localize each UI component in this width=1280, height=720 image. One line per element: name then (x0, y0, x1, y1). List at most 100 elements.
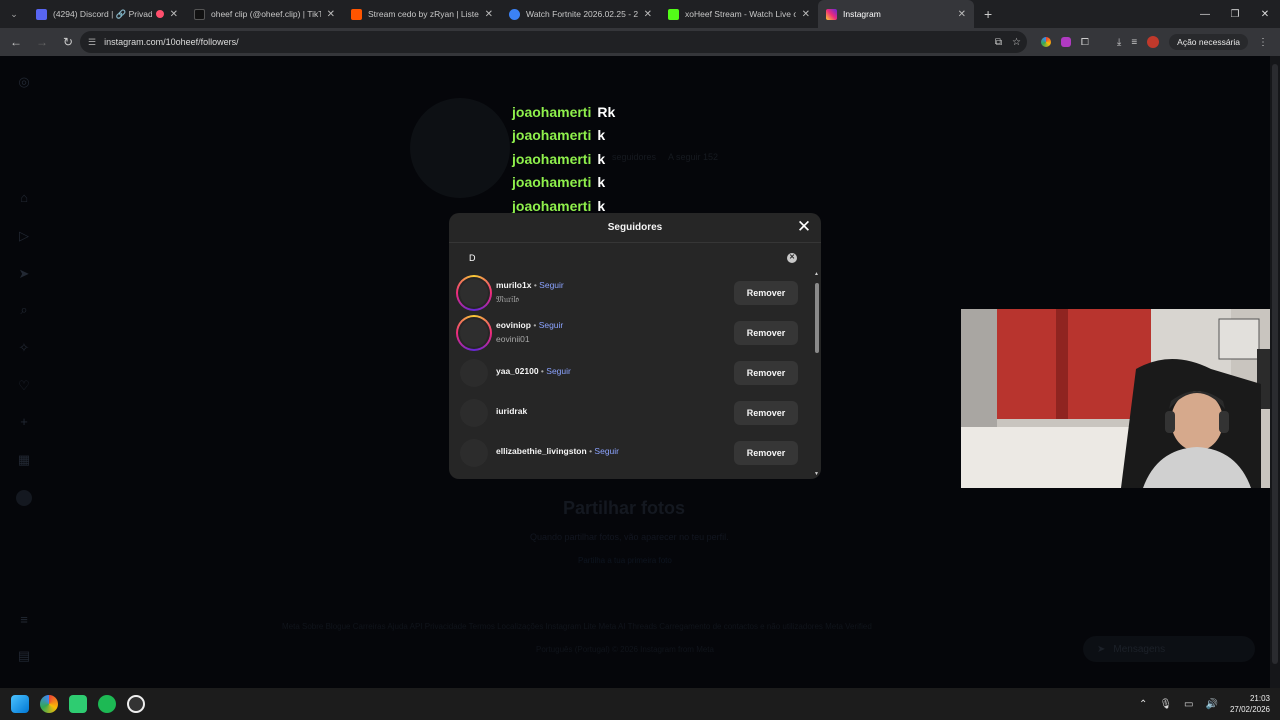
tab-instagram[interactable]: Instagram ✕ (818, 0, 974, 28)
back-icon[interactable]: ← (4, 30, 28, 54)
remove-button[interactable]: Remover (734, 401, 798, 425)
username[interactable]: iuridrak (496, 406, 527, 416)
avatar[interactable] (460, 399, 488, 427)
messages-icon: ➤ (1097, 643, 1106, 655)
footer-links[interactable]: Meta Sobre Blogue Carreiras Ajuda API Pr… (282, 622, 872, 631)
tab-close-icon[interactable]: ✕ (327, 9, 335, 20)
chrome-extension-icon[interactable] (1040, 37, 1051, 47)
instagram-page: ◎ ⌂ ▷ ➤ ⌕ ✧ ♡ + ▦ ≡ ▤ seguidores A segui… (0, 56, 1270, 688)
profile-avatar-icon[interactable] (16, 490, 32, 506)
dashboard-icon[interactable]: ▦ (16, 452, 32, 468)
download-icon[interactable]: ⤓ (1117, 37, 1121, 48)
tab-close-icon[interactable]: ✕ (644, 9, 652, 20)
scroll-thumb[interactable] (815, 283, 819, 353)
messages-label: Mensagens (1113, 643, 1166, 655)
chat-username: joaohamerti (512, 174, 592, 191)
tab-close-icon[interactable]: ✕ (958, 9, 966, 20)
network-icon[interactable]: ▭ (1184, 699, 1193, 710)
reload-icon[interactable]: ↻ (56, 30, 80, 54)
volume-icon[interactable]: 🔊 (1206, 699, 1218, 710)
tab-tiktok[interactable]: oheef clip (@oheef.clip) | TikTok ✕ (186, 0, 343, 28)
bookmark-star-icon[interactable]: ☆ (1012, 37, 1021, 48)
chat-username: joaohamerti (512, 150, 592, 167)
follow-link[interactable]: Seguir (539, 280, 564, 290)
full-name: 𝔐𝔲𝔯𝔦𝔩𝔬 (496, 294, 519, 304)
username[interactable]: eoviniop (496, 320, 531, 330)
create-icon[interactable]: + (16, 414, 32, 430)
messages-button[interactable]: ➤ Mensagens (1083, 636, 1255, 662)
close-icon[interactable]: ✕ (795, 218, 813, 236)
search-input[interactable] (461, 248, 781, 268)
notifications-icon[interactable]: ♡ (16, 378, 32, 394)
new-tab-icon[interactable]: + (984, 6, 992, 22)
clock[interactable]: 21:03 27/02/2026 (1230, 693, 1270, 715)
remove-button[interactable]: Remover (734, 361, 798, 385)
tab-media-icon[interactable]: ≡ (1131, 37, 1137, 48)
address-bar[interactable]: ☰ instagram.com/10oheef/followers/ ⧉ ☆ (80, 31, 1027, 53)
webcam-overlay (961, 309, 1270, 488)
explore-icon[interactable]: ✧ (16, 340, 32, 356)
instagram-logo-icon[interactable]: ◎ (16, 74, 32, 90)
footer-language[interactable]: Português (Portugal) © 2026 Instagram fr… (536, 645, 714, 654)
chat-text: Rk (597, 103, 616, 120)
follow-link[interactable]: Seguir (594, 446, 619, 456)
system-tray: ⌃ 🎙 ▭ 🔊 21:03 27/02/2026 (1139, 688, 1270, 720)
username[interactable]: yaa_02100 (496, 366, 539, 376)
tab-kick[interactable]: xoHeef Stream - Watch Live on ✕ (660, 0, 818, 28)
avatar[interactable] (460, 359, 488, 387)
page-scrollbar[interactable] (1270, 56, 1280, 688)
follow-link[interactable]: Seguir (546, 366, 571, 376)
meta-apps-icon[interactable]: ▤ (16, 648, 32, 664)
stream-chat-overlay: joaohamerti Rk joaohamerti k joaohamerti… (512, 100, 615, 218)
home-icon[interactable]: ⌂ (16, 190, 32, 206)
tab-discord[interactable]: (4294) Discord | 🔗 Privad ✕ (28, 0, 186, 28)
puzzle-icon[interactable]: ⧠ (1081, 37, 1089, 48)
windows-start-icon[interactable] (11, 695, 29, 713)
scroll-up-icon[interactable]: ▲ (814, 271, 819, 277)
menu-icon[interactable]: ≡ (16, 612, 32, 628)
spotify-icon[interactable] (98, 695, 116, 713)
username[interactable]: murilo1x (496, 280, 531, 290)
share-first-photo-link[interactable]: Partilha a tua primeira foto (578, 556, 672, 565)
tab-close-icon[interactable]: ✕ (485, 9, 493, 20)
chrome-icon[interactable] (40, 695, 58, 713)
messages-icon[interactable]: ➤ (16, 266, 32, 282)
chat-username: joaohamerti (512, 103, 592, 120)
more-menu-icon[interactable]: ⋮ (1258, 37, 1268, 48)
follow-link[interactable]: Seguir (539, 320, 564, 330)
tab-search-menu-icon[interactable]: ⌄ (0, 0, 28, 28)
remove-button[interactable]: Remover (734, 321, 798, 345)
media-player-icon[interactable] (127, 695, 145, 713)
avatar[interactable] (456, 315, 492, 351)
chat-message: joaohamerti k (512, 147, 615, 171)
site-info-icon[interactable]: ☰ (88, 37, 96, 48)
avatar[interactable] (460, 439, 488, 467)
extension-icon[interactable] (1060, 37, 1071, 47)
page-scroll-thumb[interactable] (1272, 64, 1278, 664)
restore-icon[interactable]: ❐ (1220, 0, 1250, 28)
clear-search-icon[interactable]: ✕ (787, 253, 797, 263)
search-icon[interactable]: ⌕ (16, 302, 32, 318)
tab-close-icon[interactable]: ✕ (170, 9, 178, 20)
remove-button[interactable]: Remover (734, 281, 798, 305)
tab-title: Instagram (843, 9, 881, 19)
microphone-icon[interactable]: 🎙 (1159, 699, 1172, 710)
scroll-down-icon[interactable]: ▼ (814, 471, 819, 477)
tab-close-icon[interactable]: ✕ (802, 9, 810, 20)
reels-icon[interactable]: ▷ (16, 228, 32, 244)
tab-soundcloud[interactable]: Stream cedo by zRyan | Listen o ✕ (343, 0, 501, 28)
list-item: ellizabethie_livingston • Seguir Remover (449, 433, 813, 473)
forward-icon[interactable]: → (30, 30, 54, 54)
tray-expand-icon[interactable]: ⌃ (1139, 699, 1147, 710)
app-icon[interactable] (69, 695, 87, 713)
close-window-icon[interactable]: ✕ (1250, 0, 1280, 28)
remove-button[interactable]: Remover (734, 441, 798, 465)
tab-fortnite[interactable]: Watch Fortnite 2026.02.25 - 22 ✕ (501, 0, 660, 28)
minimize-icon[interactable]: — (1190, 0, 1220, 28)
action-required-button[interactable]: Ação necessária (1169, 34, 1248, 50)
avatar[interactable] (456, 275, 492, 311)
modal-scrollbar[interactable]: ▲ ▼ (814, 271, 819, 477)
profile-avatar[interactable] (1147, 36, 1160, 48)
install-app-icon[interactable]: ⧉ (995, 37, 1002, 48)
username[interactable]: ellizabethie_livingston (496, 446, 587, 456)
